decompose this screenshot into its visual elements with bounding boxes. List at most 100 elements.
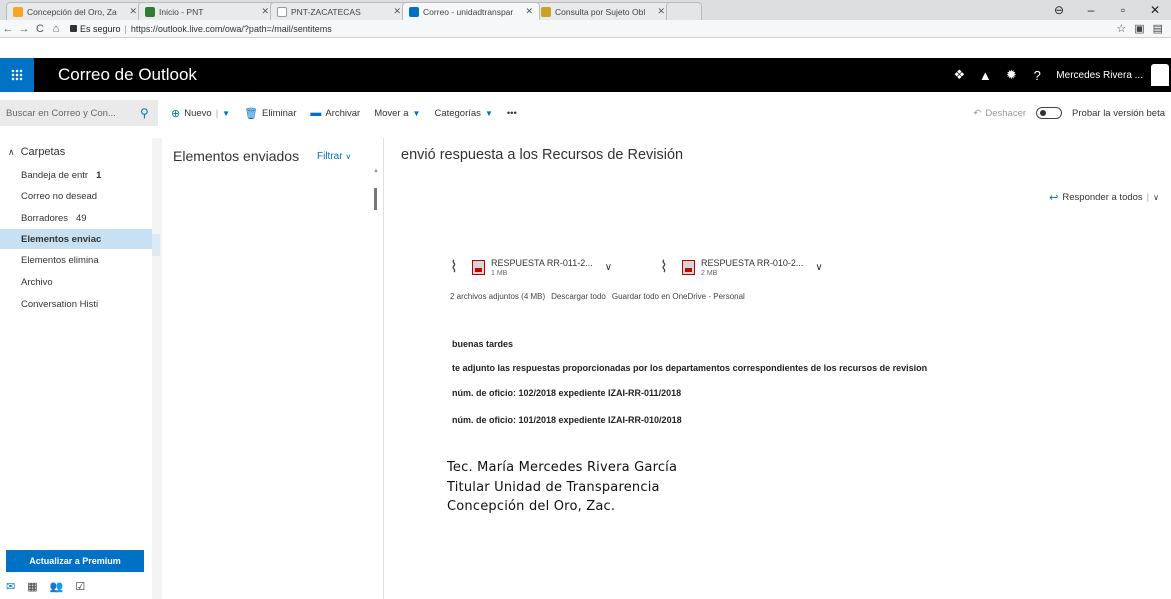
attachment-info: RESPUESTA RR-011-2... 1 MB	[491, 258, 593, 277]
chevron-down-icon[interactable]: ∨	[1153, 193, 1159, 202]
folder-label: Archivo	[21, 276, 53, 288]
chevron-down-icon[interactable]: ▼	[222, 109, 230, 118]
skype-chat-icon[interactable]: ❖	[946, 67, 972, 83]
chevron-down-icon: ∨	[345, 152, 352, 161]
delete-button[interactable]: 🗑 Eliminar	[244, 107, 296, 120]
browser-tab[interactable]: Concepción del Oro, Za ✕	[6, 2, 144, 20]
people-icon[interactable]: 👥	[50, 580, 64, 593]
search-input[interactable]: Buscar en Correo y Con...	[6, 108, 140, 119]
move-to-button[interactable]: Mover a ▼	[374, 108, 420, 119]
app-launcher-button[interactable]	[0, 58, 34, 92]
trash-icon: 🗑	[244, 107, 259, 120]
avatar[interactable]	[1151, 64, 1169, 86]
browser-tab[interactable]: PNT-ZACATECAS ✕	[270, 2, 408, 20]
chevron-up-icon: ∧	[8, 146, 15, 157]
extension-icon[interactable]: ▣	[1134, 22, 1144, 35]
folder-junk[interactable]: Correo no desead	[0, 186, 152, 206]
attachment-actions: 2 archivos adjuntos (4 MB) Descargar tod…	[450, 292, 745, 301]
browser-tab[interactable]: Consulta por Sujeto Obl ✕	[534, 2, 672, 20]
folder-label: Correo no desead	[21, 190, 98, 202]
chevron-down-icon[interactable]: ∨	[605, 262, 612, 273]
more-button[interactable]: •••	[507, 108, 517, 119]
filter-button[interactable]: Filtrar ∨	[317, 151, 351, 162]
body-line: núm. de oficio: 102/2018 expediente IZAI…	[452, 388, 682, 398]
archive-label: Archivar	[325, 107, 361, 119]
body-line: te adjunto las respuestas proporcionadas…	[452, 363, 928, 373]
profile-icon[interactable]: ⊖	[1043, 3, 1075, 17]
settings-gear-icon[interactable]: ✹	[998, 67, 1024, 83]
new-button[interactable]: ⊕ Nuevo | ▼	[171, 107, 230, 120]
lock-icon	[70, 25, 77, 32]
close-window-icon[interactable]: ✕	[1139, 3, 1171, 17]
attachment-info: RESPUESTA RR-010-2... 2 MB	[701, 258, 803, 277]
attachment-card[interactable]: ⌇ RESPUESTA RR-011-2... 1 MB ∨	[450, 249, 640, 285]
folder-archive[interactable]: Archivo	[0, 272, 152, 292]
search-box[interactable]: Buscar en Correo y Con... ⚲	[0, 100, 158, 126]
tasks-icon[interactable]: ☑	[75, 580, 85, 593]
help-icon[interactable]: ?	[1024, 68, 1050, 83]
archive-button[interactable]: ▬ Archivar	[310, 107, 360, 119]
categories-label: Categorías	[434, 107, 481, 119]
maximize-icon[interactable]: ▫	[1107, 3, 1139, 17]
new-tab-button[interactable]	[666, 2, 702, 20]
folder-sent[interactable]: Elementos enviac	[0, 229, 152, 249]
url-field[interactable]: Es seguro | https://outlook.live.com/owa…	[70, 24, 332, 34]
folder-deleted[interactable]: Elementos elimina	[0, 250, 152, 270]
folders-header[interactable]: ∧ Carpetas	[8, 146, 65, 158]
list-title: Elementos enviados	[173, 148, 300, 164]
home-icon[interactable]: ⌂	[48, 23, 64, 35]
bookmark-star-icon[interactable]: ☆	[1116, 22, 1126, 35]
chevron-down-icon[interactable]: ∨	[815, 262, 822, 273]
scrollbar-thumb[interactable]	[374, 188, 377, 210]
minimize-icon[interactable]: –	[1075, 3, 1107, 17]
notifications-bell-icon[interactable]: ▲	[972, 68, 998, 83]
attachment-well: ⌇ RESPUESTA RR-011-2... 1 MB ∨ ⌇ RESPUES…	[450, 249, 850, 285]
folder-label: Borradores	[21, 212, 68, 224]
beta-toggle[interactable]	[1036, 107, 1063, 119]
folder-conversation-history[interactable]: Conversation Histi	[0, 294, 152, 314]
reload-icon[interactable]: C	[32, 23, 48, 35]
command-buttons: ⊕ Nuevo | ▼ 🗑 Eliminar ▬ Archivar Mover …	[171, 100, 517, 126]
download-all-link[interactable]: Descargar todo	[551, 292, 606, 301]
undo-button[interactable]: ↶ Deshacer	[973, 108, 1026, 119]
attachment-card[interactable]: ⌇ RESPUESTA RR-010-2... 2 MB ∨	[660, 249, 850, 285]
tab-close-icon[interactable]: ✕	[657, 6, 665, 17]
mail-icon[interactable]: ✉	[6, 580, 15, 593]
scroll-up-icon[interactable]: ▲	[373, 168, 379, 174]
save-onedrive-link[interactable]: Guardar todo en OneDrive - Personal	[612, 292, 745, 301]
reply-all-label: Responder a todos	[1062, 192, 1143, 203]
folder-drafts[interactable]: Borradores 49	[0, 208, 152, 228]
tab-close-icon[interactable]: ✕	[393, 6, 401, 17]
forward-icon[interactable]: →	[16, 23, 32, 35]
tab-label: Concepción del Oro, Za	[27, 6, 117, 17]
search-icon[interactable]: ⚲	[140, 106, 158, 120]
tab-close-icon[interactable]: ✕	[261, 6, 269, 17]
tab-label: Correo - unidadtranspar	[423, 6, 514, 17]
archive-icon: ▬	[310, 107, 322, 119]
tab-close-icon[interactable]: ✕	[525, 6, 533, 17]
move-to-label: Mover a	[374, 107, 409, 119]
categories-button[interactable]: Categorías ▼	[434, 108, 492, 119]
browser-tab[interactable]: Inicio - PNT ✕	[138, 2, 276, 20]
attachment-size: 2 MB	[701, 269, 718, 277]
back-icon[interactable]: ←	[0, 23, 16, 35]
calendar-icon[interactable]: ▦	[27, 580, 37, 593]
waffle-icon	[11, 69, 23, 81]
reply-all-button[interactable]: ↩ Responder a todos | ∨	[1049, 191, 1159, 204]
browser-tab-active[interactable]: Correo - unidadtranspar ✕	[402, 2, 540, 20]
address-bar-actions: ☆ ▣ ▤	[1116, 22, 1163, 35]
folder-inbox[interactable]: Bandeja de entr 1	[0, 165, 152, 185]
module-switcher: ✉ ▦ 👥 ☑	[6, 580, 85, 593]
pane-resize-handle[interactable]	[152, 234, 160, 256]
folder-label: Elementos enviac	[21, 233, 102, 245]
folder-pane: ∧ Carpetas Bandeja de entr 1 Correo no d…	[0, 138, 152, 599]
pdf-file-icon	[682, 259, 695, 275]
tab-close-icon[interactable]: ✕	[129, 6, 137, 17]
user-name[interactable]: Mercedes Rivera ...	[1056, 70, 1143, 81]
extension-icon[interactable]: ▤	[1153, 22, 1163, 35]
app-title[interactable]: Correo de Outlook	[58, 65, 197, 85]
message-list: Elementos enviados Filtrar ∨ ▲	[162, 138, 384, 599]
beta-label[interactable]: Probar la versión beta	[1072, 108, 1165, 119]
upgrade-premium-button[interactable]: Actualizar a Premium	[6, 550, 144, 572]
address-bar: ← → C ⌂ Es seguro | https://outlook.live…	[0, 20, 1171, 38]
